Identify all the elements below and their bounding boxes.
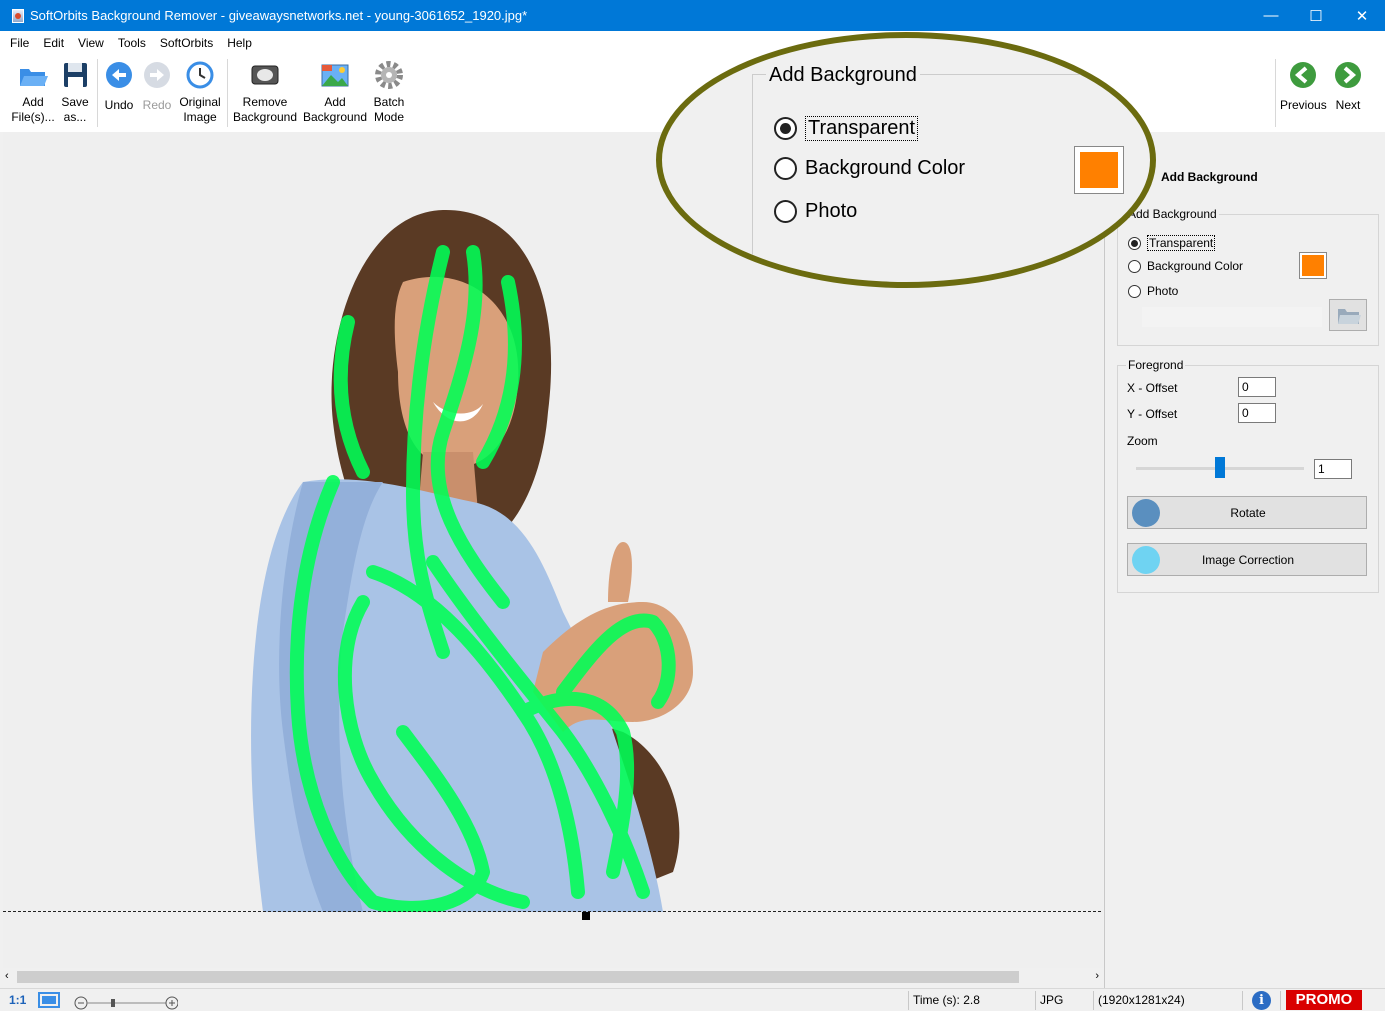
arrow-left-circle-icon	[1287, 59, 1319, 91]
menu-edit[interactable]: Edit	[43, 36, 64, 50]
crop-baseline[interactable]	[3, 911, 1101, 912]
fit-to-window-icon[interactable]	[38, 992, 60, 1008]
toolbar-separator	[97, 59, 98, 127]
arrow-right-circle-icon	[1332, 59, 1364, 91]
add-background-group: Add Background Transparent Background Co…	[1117, 207, 1379, 346]
add-files-button[interactable]: Add File(s)...	[10, 59, 56, 125]
status-bar: 1:1 Time (s): 2.8 JPG (1920x1281x24) i P…	[0, 988, 1385, 1011]
app-icon	[12, 8, 24, 23]
callout-transparent-radio[interactable]: Transparent	[774, 116, 919, 141]
scroll-left-arrow-icon[interactable]: ‹	[5, 970, 9, 982]
menu-view[interactable]: View	[78, 36, 104, 50]
next-button[interactable]: Next	[1330, 59, 1366, 113]
scrollbar-thumb[interactable]	[17, 971, 1019, 983]
photo-radio[interactable]: Photo	[1128, 284, 1178, 298]
folder-icon	[1338, 309, 1361, 324]
browse-folder-button[interactable]	[1329, 299, 1367, 331]
y-offset-label: Y - Offset	[1127, 407, 1178, 421]
floppy-disk-icon	[59, 59, 91, 91]
sparkle-icon	[1132, 545, 1160, 574]
minimize-button[interactable]: —	[1248, 0, 1294, 31]
info-icon[interactable]: i	[1252, 991, 1271, 1010]
zoom-ratio[interactable]: 1:1	[9, 993, 26, 1007]
processing-time: Time (s): 2.8	[913, 993, 980, 1007]
image-format: JPG	[1040, 993, 1064, 1007]
title-bar: SoftOrbits Background Remover - giveaway…	[0, 0, 1385, 31]
y-offset-input[interactable]: 0	[1238, 403, 1276, 423]
rotate-button[interactable]: Rotate	[1127, 496, 1367, 529]
radio-dot-icon	[1128, 284, 1141, 298]
x-offset-label: X - Offset	[1127, 381, 1178, 395]
arrow-left-icon	[103, 59, 135, 91]
zoom-input[interactable]: 1	[1314, 459, 1352, 479]
redo-button[interactable]: Redo	[139, 59, 175, 113]
toolbar-separator	[227, 59, 228, 127]
callout-color-swatch[interactable]	[1074, 146, 1124, 194]
zoom-slider-thumb[interactable]	[1215, 457, 1225, 478]
radio-dot-icon	[774, 200, 797, 223]
maximize-button[interactable]: ☐	[1293, 0, 1339, 31]
callout-photo-radio[interactable]: Photo	[774, 200, 857, 223]
image-correction-button[interactable]: Image Correction	[1127, 543, 1367, 576]
close-button[interactable]: ✕	[1339, 0, 1385, 31]
horizontal-scrollbar[interactable]: ‹ ›	[3, 968, 1103, 986]
original-image-button[interactable]: Original Image	[177, 59, 223, 125]
add-background-button[interactable]: Add Background	[301, 59, 369, 125]
scroll-right-arrow-icon[interactable]: ›	[1095, 970, 1099, 982]
menu-softorbits[interactable]: SoftOrbits	[160, 36, 213, 50]
color-swatch[interactable]	[1299, 252, 1327, 279]
zoom-slider[interactable]	[74, 996, 179, 1010]
gear-icon	[373, 59, 405, 91]
batch-mode-button[interactable]: Batch Mode	[370, 59, 408, 125]
menu-file[interactable]: File	[10, 36, 29, 50]
arrow-right-icon	[141, 59, 173, 91]
previous-button[interactable]: Previous	[1280, 59, 1327, 113]
radio-dot-icon	[774, 157, 797, 180]
photo-path-field[interactable]	[1142, 307, 1322, 327]
callout-legend: Add Background	[766, 64, 920, 87]
panel-heading: Add Background	[1161, 170, 1258, 184]
radio-dot-icon	[774, 117, 797, 140]
window-title: SoftOrbits Background Remover - giveaway…	[30, 8, 528, 23]
toolbar-separator	[1275, 59, 1276, 127]
rotate-icon	[1132, 498, 1160, 527]
clock-history-icon	[184, 59, 216, 91]
folder-open-icon	[17, 59, 49, 91]
remove-background-button[interactable]: Remove Background	[231, 59, 299, 125]
undo-button[interactable]: Undo	[101, 59, 137, 113]
landscape-image-icon	[319, 59, 351, 91]
menu-help[interactable]: Help	[227, 36, 252, 50]
menu-bar: File Edit View Tools SoftOrbits Help	[0, 31, 1385, 55]
x-offset-input[interactable]: 0	[1238, 377, 1276, 397]
crop-handle[interactable]	[582, 912, 590, 920]
image-dimensions: (1920x1281x24)	[1098, 993, 1185, 1007]
eraser-icon	[249, 59, 281, 91]
callout-background-color-radio[interactable]: Background Color	[774, 157, 965, 180]
zoom-label: Zoom	[1127, 434, 1158, 448]
promo-button[interactable]: PROMO	[1286, 990, 1362, 1010]
menu-tools[interactable]: Tools	[118, 36, 146, 50]
save-as-button[interactable]: Save as...	[58, 59, 92, 125]
zoom-callout: Add Background Transparent Background Co…	[656, 32, 1156, 288]
zoom-slider-icon	[74, 996, 179, 1010]
